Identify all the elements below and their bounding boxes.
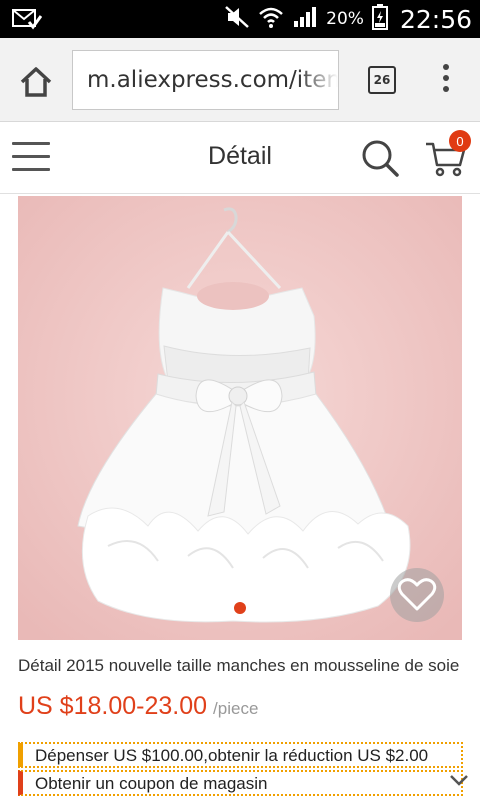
home-button[interactable]	[16, 62, 56, 102]
tabs-button[interactable]: 26	[368, 66, 396, 94]
app-header: Détail	[0, 122, 480, 194]
product-price: US $18.00-23.00	[18, 692, 208, 720]
battery-icon	[371, 3, 388, 35]
cart-count-badge: 0	[449, 130, 471, 152]
clock: 22:56	[399, 4, 472, 34]
search-button[interactable]	[360, 138, 400, 178]
gallery-dot[interactable]	[266, 602, 277, 613]
url-field[interactable]: m.aliexpress.com/item	[72, 50, 339, 110]
promotion-text: Obtenir un coupon de magasin	[35, 774, 268, 793]
status-bar: 20% 22:56	[0, 0, 480, 38]
search-icon	[362, 140, 399, 177]
wifi-icon	[258, 5, 284, 34]
gallery-dot-active[interactable]	[234, 602, 246, 614]
mute-icon	[224, 5, 250, 34]
wishlist-button[interactable]	[390, 568, 444, 622]
product-image[interactable]	[18, 196, 462, 640]
heart-icon	[397, 578, 437, 611]
promotion-discount[interactable]: Dépenser US $100.00,obtenir la réduction…	[18, 742, 463, 768]
mail-notification-icon	[12, 8, 43, 35]
promotion-coupon[interactable]: Obtenir un coupon de magasin	[18, 770, 463, 796]
price-unit: /piece	[213, 699, 259, 718]
page-title: Détail	[208, 142, 272, 170]
price-row: US $18.00-23.00 /piece	[18, 692, 258, 721]
chevron-down-icon[interactable]	[448, 772, 470, 788]
gallery-dot[interactable]	[203, 602, 214, 613]
battery-percent: 20%	[326, 9, 364, 29]
home-icon	[20, 67, 52, 97]
promotion-text: Dépenser US $100.00,obtenir la réduction…	[35, 746, 429, 765]
product-title[interactable]: Détail 2015 nouvelle taille manches en m…	[18, 656, 464, 676]
signal-icon	[292, 5, 318, 34]
browser-menu-button[interactable]	[436, 64, 456, 96]
browser-toolbar: m.aliexpress.com/item 26	[0, 38, 480, 122]
